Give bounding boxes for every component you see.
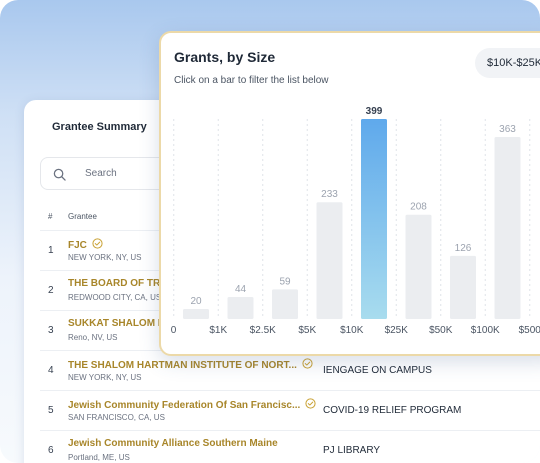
row-number: 5 <box>48 405 54 416</box>
row-number: 2 <box>48 285 54 296</box>
grantee-location: NEW YORK, NY, US <box>68 253 142 262</box>
grantee-summary-title: Grantee Summary <box>52 121 147 133</box>
table-row[interactable]: 4 THE SHALOM HARTMAN INSTITUTE OF NORT...… <box>40 351 540 391</box>
column-header-number: # <box>48 212 53 221</box>
verified-check-icon <box>302 358 313 369</box>
x-tick-label: $50K <box>429 325 453 336</box>
grantee-location: Portland, ME, US <box>68 453 130 462</box>
grantee-name-text: THE SHALOM HARTMAN INSTITUTE OF NORT... <box>68 360 297 371</box>
x-tick-label: $5K <box>298 325 316 336</box>
bar-$10K-$25K[interactable] <box>361 119 387 319</box>
x-tick-label: 0 <box>171 325 177 336</box>
bar-$1K-$2.5K[interactable] <box>227 296 254 319</box>
search-placeholder: Search <box>85 168 117 179</box>
bar-0-$1K[interactable] <box>183 308 209 319</box>
grantee-name-text: FJC <box>68 240 87 251</box>
x-tick-label: $100K <box>471 325 500 336</box>
table-row[interactable]: 5 Jewish Community Federation Of San Fran… <box>40 391 540 431</box>
grantee-location: REDWOOD CITY, CA, US <box>68 293 162 302</box>
x-tick-label: $2.5K <box>250 325 276 336</box>
bar-value-label: 363 <box>499 124 516 135</box>
x-tick-label: $25K <box>385 325 409 336</box>
bar-value-label: 126 <box>455 243 472 254</box>
bar-value-label: 233 <box>321 189 338 200</box>
bar-$2.5K-$5K[interactable] <box>272 289 298 319</box>
verified-check-icon <box>305 398 316 409</box>
program-name: PJ LIBRARY <box>323 445 381 456</box>
grantee-name-link[interactable]: THE BOARD OF TRU <box>68 278 167 289</box>
table-row[interactable]: 6 Jewish Community Alliance Southern Main… <box>40 431 540 463</box>
search-icon <box>53 168 66 181</box>
grantee-location: Reno, NV, US <box>68 333 118 342</box>
grantee-name-link[interactable]: Jewish Community Alliance Southern Maine <box>68 438 278 449</box>
grantee-name-link[interactable]: FJC <box>68 238 103 251</box>
bar-$25K-$50K[interactable] <box>405 214 432 319</box>
bar-value-label: 399 <box>366 106 383 117</box>
bar-value-label: 20 <box>190 296 202 307</box>
row-number: 6 <box>48 445 54 456</box>
grantee-name-text: Jewish Community Federation Of San Franc… <box>68 400 301 411</box>
grants-bar-chart: 20 44 59 233 399 208 126 363 0 $1K $2.5K $5K $10K $25… <box>171 106 540 336</box>
row-number: 3 <box>48 325 54 336</box>
bar-$50K-$100K[interactable] <box>450 255 476 319</box>
grantee-name-link[interactable]: Jewish Community Federation Of San Franc… <box>68 398 316 411</box>
bar-value-label: 59 <box>279 276 291 287</box>
bar-$5K-$10K[interactable] <box>316 202 343 319</box>
row-number: 4 <box>48 365 54 376</box>
background-frame: Grantee Summary Search # Grantee 1 FJC NEW… <box>0 0 540 463</box>
grantee-name-link[interactable]: SUKKAT SHALOM I <box>68 318 161 329</box>
grantee-location: NEW YORK, NY, US <box>68 373 142 382</box>
program-name: IENGAGE ON CAMPUS <box>323 365 432 376</box>
grantee-name-text: SUKKAT SHALOM I <box>68 318 161 329</box>
grantee-name-link[interactable]: THE SHALOM HARTMAN INSTITUTE OF NORT... <box>68 358 313 371</box>
bar-value-label: 44 <box>235 284 247 295</box>
column-header-grantee[interactable]: Grantee <box>68 212 97 221</box>
x-tick-label: $10K <box>340 325 364 336</box>
program-name: COVID-19 RELIEF PROGRAM <box>323 405 462 416</box>
x-tick-label: $1K <box>209 325 227 336</box>
grants-by-size-card: Grants, by Size Click on a bar to filter… <box>159 31 540 356</box>
grantee-name-text: THE BOARD OF TRU <box>68 278 168 289</box>
grantee-name-text: Jewish Community Alliance Southern Maine <box>68 438 278 449</box>
row-number: 1 <box>48 245 54 256</box>
bar-$100K-$500K[interactable] <box>494 137 521 319</box>
verified-check-icon <box>92 238 103 249</box>
x-tick-label: $500 <box>519 325 540 336</box>
bar-value-label: 208 <box>410 202 427 213</box>
grantee-location: SAN FRANCISCO, CA, US <box>68 413 165 422</box>
